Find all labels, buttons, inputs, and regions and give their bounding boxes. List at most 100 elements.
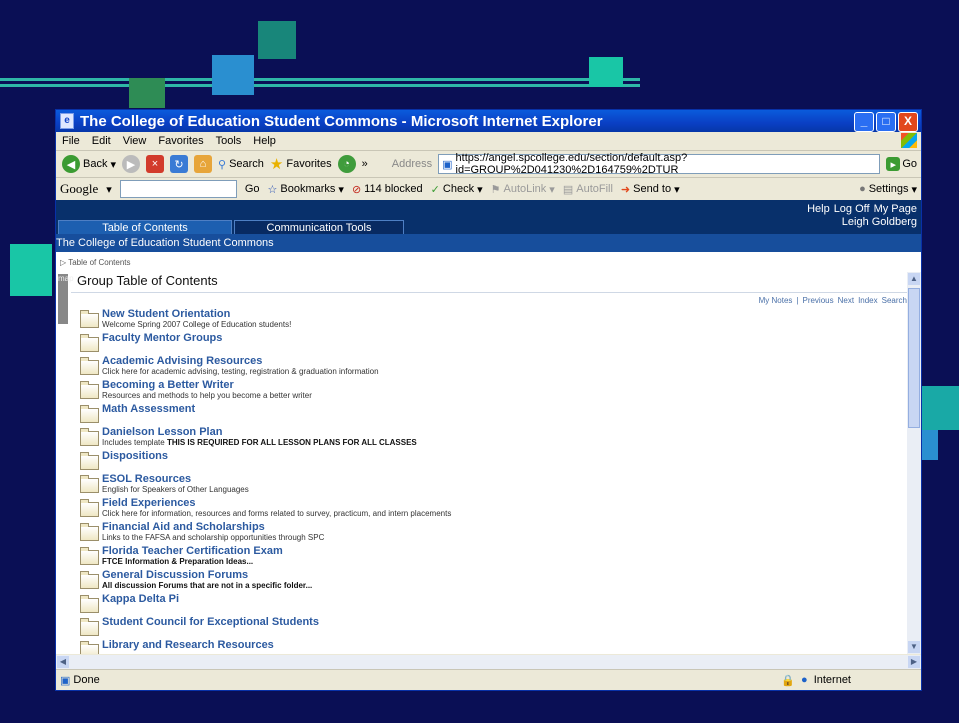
- google-go-button[interactable]: Go: [245, 183, 260, 195]
- index-link[interactable]: Index: [858, 296, 878, 305]
- more-chevron-icon[interactable]: »: [362, 158, 368, 170]
- folder-icon: [80, 428, 99, 446]
- folder-icon: [80, 357, 99, 375]
- google-search-input[interactable]: [119, 180, 237, 198]
- toc-item[interactable]: Kappa Delta Pi: [80, 593, 907, 616]
- description-text: Links to the FAFSA and scholarship oppor…: [102, 533, 325, 542]
- history-icon[interactable]: ◔: [337, 155, 356, 173]
- spell-check-button[interactable]: ✓ Check ▾: [431, 183, 483, 196]
- toc-item[interactable]: Dispositions: [80, 450, 907, 473]
- vertical-scrollbar[interactable]: ▲ ▼: [907, 272, 921, 654]
- popup-blocker-button[interactable]: ⊘ 114 blocked: [352, 183, 423, 196]
- search-link[interactable]: Search: [882, 296, 907, 305]
- description-text: Click here for information, resources an…: [102, 509, 452, 518]
- tab-communication-tools[interactable]: Communication Tools: [234, 220, 404, 235]
- log-off-link[interactable]: Log Off: [834, 203, 870, 215]
- address-field[interactable]: ▣ https://angel.spcollege.edu/section/de…: [438, 152, 881, 176]
- toc-item[interactable]: Becoming a Better Writer Resources and me…: [80, 379, 907, 403]
- toc-item-title[interactable]: Dispositions: [102, 450, 168, 462]
- home-icon[interactable]: ⌂: [194, 155, 212, 173]
- menu-tools[interactable]: Tools: [216, 135, 242, 147]
- back-button[interactable]: ◀ Back ▾: [62, 155, 116, 173]
- breadcrumb[interactable]: ▷ Table of Contents: [56, 258, 921, 268]
- horizontal-scrollbar[interactable]: ◀ ▶: [56, 655, 921, 669]
- autolink-button[interactable]: ⚑ AutoLink ▾: [491, 183, 555, 196]
- toc-item-title[interactable]: New Student Orientation: [102, 308, 291, 320]
- search-label: Search: [229, 158, 264, 170]
- toc-item-title[interactable]: Student Council for Exceptional Students: [102, 616, 319, 628]
- toc-item-title[interactable]: Kappa Delta Pi: [102, 593, 179, 605]
- toc-item-title[interactable]: Math Assessment: [102, 403, 195, 415]
- toc-item[interactable]: Student Council for Exceptional Students: [80, 616, 907, 639]
- favorites-label: Favorites: [286, 158, 332, 170]
- toc-item-title[interactable]: Danielson Lesson Plan: [102, 426, 417, 438]
- close-button[interactable]: X: [898, 112, 918, 132]
- toc-item[interactable]: Florida Teacher Certification Exam FTCE I…: [80, 545, 907, 569]
- forward-button[interactable]: ▶: [122, 155, 140, 173]
- toc-item-title[interactable]: Field Experiences: [102, 497, 451, 509]
- autofill-label: AutoFill: [576, 183, 613, 195]
- scroll-up-icon[interactable]: ▲: [908, 273, 920, 285]
- toc-item[interactable]: Field Experiences Click here for informat…: [80, 497, 907, 521]
- scroll-left-icon[interactable]: ◀: [57, 656, 69, 668]
- next-link[interactable]: Next: [838, 296, 854, 305]
- address-value: https://angel.spcollege.edu/section/defa…: [455, 152, 688, 176]
- description-bold-text: FTCE Information & Preparation Ideas...: [102, 557, 254, 566]
- search-button[interactable]: ⚲ Search: [218, 158, 264, 171]
- go-arrow-icon: ▸: [886, 157, 901, 171]
- toc-item-title[interactable]: Academic Advising Resources: [102, 355, 379, 367]
- folder-icon: [80, 641, 99, 654]
- toc-item[interactable]: General Discussion Forums All discussion …: [80, 569, 907, 593]
- google-toolbar: Google ▾ Go ☆ Bookmarks ▾ ⊘ 114 blocked ✓…: [56, 178, 921, 201]
- maximize-button[interactable]: □: [876, 112, 896, 132]
- scroll-down-icon[interactable]: ▼: [908, 641, 920, 653]
- toc-item-title[interactable]: Library and Research Resources: [102, 639, 274, 651]
- toc-item-description: All discussion Forums that are not in a …: [102, 581, 312, 590]
- settings-button[interactable]: ● Settings ▾: [859, 183, 917, 196]
- go-button[interactable]: ▸ Go: [886, 157, 917, 171]
- menu-favorites[interactable]: Favorites: [158, 135, 203, 147]
- folder-icon: [80, 523, 99, 541]
- toc-item[interactable]: Library and Research Resources: [80, 639, 907, 654]
- my-notes-link[interactable]: My Notes: [759, 296, 793, 305]
- toc-item-title[interactable]: Faculty Mentor Groups: [102, 332, 222, 344]
- bookmarks-button[interactable]: ☆ Bookmarks ▾: [268, 183, 344, 196]
- scroll-right-icon[interactable]: ▶: [908, 656, 920, 668]
- favorites-button[interactable]: ★ Favorites: [270, 155, 332, 173]
- google-search-dropdown-icon[interactable]: ▾: [106, 183, 112, 196]
- previous-link[interactable]: Previous: [802, 296, 833, 305]
- google-logo[interactable]: Google: [60, 181, 98, 197]
- toc-item[interactable]: Academic Advising Resources Click here fo…: [80, 355, 907, 379]
- my-page-link[interactable]: My Page: [874, 203, 917, 215]
- toc-item[interactable]: Math Assessment: [80, 403, 907, 426]
- status-text: Done: [73, 674, 100, 686]
- toc-item-title[interactable]: General Discussion Forums: [102, 569, 312, 581]
- send-to-button[interactable]: ➜ Send to ▾: [621, 183, 680, 196]
- refresh-icon[interactable]: ↻: [170, 155, 188, 173]
- toc-item[interactable]: ESOL Resources English for Speakers of Ot…: [80, 473, 907, 497]
- scroll-thumb[interactable]: [908, 288, 920, 428]
- menu-help[interactable]: Help: [253, 135, 276, 147]
- toc-item[interactable]: Financial Aid and Scholarships Links to t…: [80, 521, 907, 545]
- minimize-button[interactable]: _: [854, 112, 874, 132]
- menu-edit[interactable]: Edit: [92, 135, 111, 147]
- toc-item-title[interactable]: ESOL Resources: [102, 473, 249, 485]
- tab-table-of-contents[interactable]: Table of Contents: [58, 220, 232, 235]
- toc-item-title[interactable]: Florida Teacher Certification Exam: [102, 545, 283, 557]
- decorative-square: [920, 386, 959, 430]
- stop-icon[interactable]: ×: [146, 155, 164, 173]
- description-text: English for Speakers of Other Languages: [102, 485, 249, 494]
- toc-item[interactable]: Danielson Lesson Plan Includes template T…: [80, 426, 907, 450]
- toc-item-description: FTCE Information & Preparation Ideas...: [102, 557, 283, 566]
- window-title: The College of Education Student Commons…: [80, 112, 603, 130]
- help-link[interactable]: Help: [807, 203, 830, 215]
- toc-item-description: Welcome Spring 2007 College of Education…: [102, 320, 291, 329]
- map-tab[interactable]: map: [58, 274, 74, 324]
- menu-view[interactable]: View: [123, 135, 147, 147]
- menu-file[interactable]: File: [62, 135, 80, 147]
- autofill-button[interactable]: ▤ AutoFill: [563, 183, 613, 196]
- toc-item-title[interactable]: Financial Aid and Scholarships: [102, 521, 324, 533]
- toc-item-title[interactable]: Becoming a Better Writer: [102, 379, 312, 391]
- toc-item[interactable]: New Student Orientation Welcome Spring 20…: [80, 308, 907, 332]
- toc-item[interactable]: Faculty Mentor Groups: [80, 332, 907, 355]
